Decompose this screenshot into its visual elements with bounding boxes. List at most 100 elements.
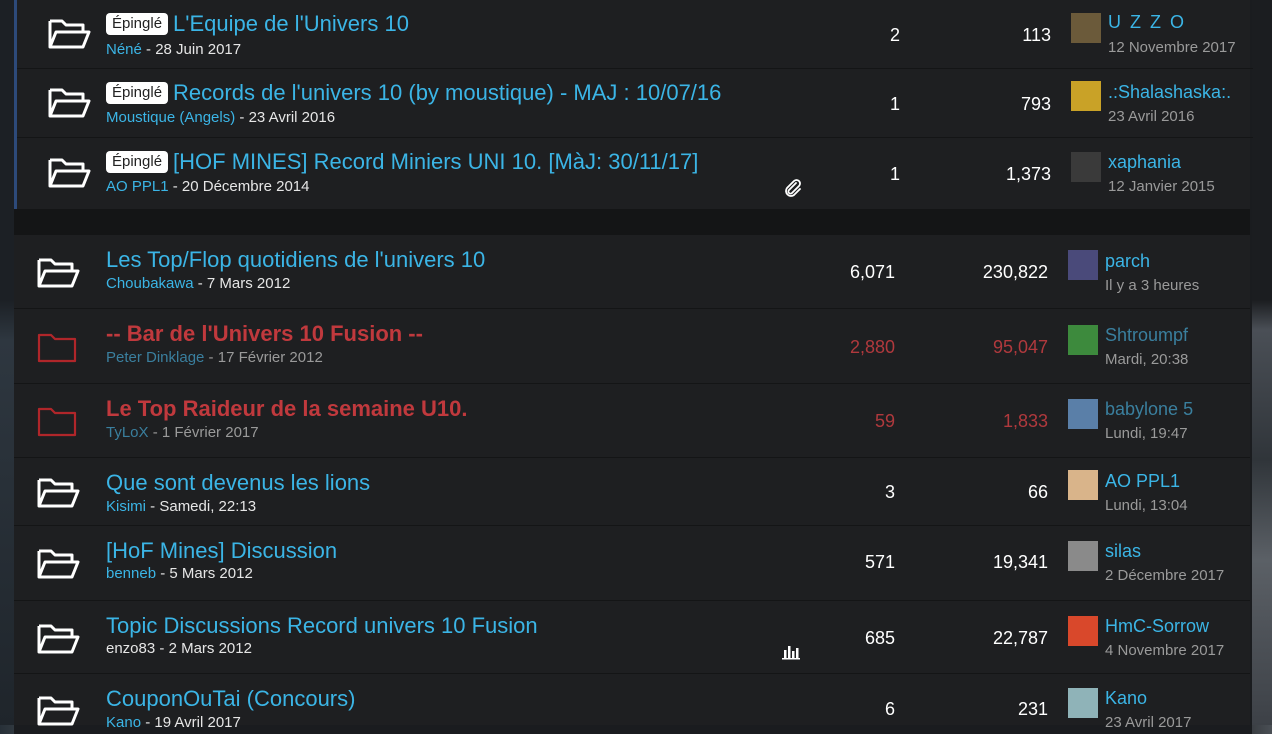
pinned-badge: Épinglé (106, 13, 169, 35)
last-poster-link[interactable]: .:Shalashaska:. (1108, 82, 1231, 103)
pinned-badge: Épinglé (106, 151, 169, 173)
open-folder-icon (48, 19, 91, 49)
topic-author-link[interactable]: benneb (106, 565, 156, 582)
views-count: 66 (1027, 482, 1048, 502)
topic-title-link[interactable]: [HoF Mines] Discussion (106, 538, 337, 564)
views-count: 113 (1022, 25, 1051, 45)
last-post-date: Mardi, 20:38 (1105, 351, 1189, 368)
last-post-date: 12 Novembre 2017 (1108, 39, 1236, 56)
avatar[interactable] (1068, 325, 1098, 355)
topic-title-link[interactable]: L'Equipe de l'Univers 10 (173, 11, 409, 37)
topic-start-date: 5 Mars 2012 (169, 565, 253, 582)
replies-count: 59 (874, 411, 895, 431)
section-separator (14, 209, 1250, 235)
replies-count: 6,071 (849, 262, 895, 282)
open-folder-icon (37, 478, 80, 508)
topic-author-link[interactable]: Moustique (Angels) (106, 109, 235, 126)
open-folder-icon (48, 88, 91, 118)
page-background-left (0, 0, 14, 725)
open-folder-icon (37, 624, 80, 654)
last-poster-link[interactable]: Kano (1105, 688, 1147, 709)
avatar[interactable] (1071, 81, 1101, 111)
topic-author-link[interactable]: Kano (106, 714, 141, 731)
last-post-date: 2 Décembre 2017 (1105, 567, 1225, 584)
topic-start-date: 1 Février 2017 (161, 424, 259, 441)
last-post-date: 23 Avril 2016 (1108, 108, 1195, 125)
open-folder-icon (37, 258, 80, 288)
replies-count: 6 (884, 699, 895, 719)
replies-count: 571 (864, 552, 895, 572)
pinned-topics-panel: Épinglé L'Equipe de l'Univers 10 Néné - … (14, 0, 1253, 209)
topic-title-link[interactable]: CouponOuTai (Concours) (106, 686, 355, 712)
avatar[interactable] (1068, 250, 1098, 280)
pinned-topic-row: Épinglé [HOF MINES] Record Miniers UNI 1… (17, 138, 1253, 209)
topic-title-link[interactable]: -- Bar de l'Univers 10 Fusion -- (106, 321, 423, 347)
avatar[interactable] (1068, 399, 1098, 429)
last-post-date: 12 Janvier 2015 (1108, 178, 1215, 195)
last-poster-link[interactable]: AO PPL1 (1105, 471, 1180, 492)
replies-count: 3 (884, 482, 895, 502)
avatar[interactable] (1068, 541, 1098, 571)
replies-count: 685 (864, 628, 895, 648)
topic-row: [HoF Mines] Discussion benneb - 5 Mars 2… (14, 526, 1250, 601)
pinned-topic-row: Épinglé Records de l'univers 10 (by mous… (17, 69, 1253, 138)
last-poster-link[interactable]: parch (1105, 251, 1150, 272)
views-count: 95,047 (992, 337, 1048, 357)
topic-start-date: 7 Mars 2012 (206, 275, 291, 292)
topic-row: Que sont devenus les lions Kisimi - Same… (14, 458, 1250, 526)
topic-title-link[interactable]: Le Top Raideur de la semaine U10. (106, 396, 468, 422)
page-background-right (1252, 0, 1272, 725)
last-poster-link[interactable]: U Z Z O (1108, 12, 1186, 33)
topic-start-date: 20 Décembre 2014 (181, 178, 310, 195)
topic-start-date: 28 Juin 2017 (155, 41, 242, 58)
topic-row: Topic Discussions Record univers 10 Fusi… (14, 601, 1250, 674)
topic-start-date: Samedi, 22:13 (159, 498, 257, 515)
last-poster-link[interactable]: xaphania (1108, 152, 1181, 173)
views-count: 19,341 (992, 552, 1048, 572)
replies-count: 1 (889, 164, 900, 184)
last-poster-link[interactable]: Shtroumpf (1105, 325, 1188, 346)
avatar[interactable] (1068, 616, 1098, 646)
views-count: 231 (1017, 699, 1048, 719)
avatar[interactable] (1068, 470, 1098, 500)
topic-author-link[interactable]: Peter Dinklage (106, 349, 204, 366)
topic-author-link[interactable]: Néné (106, 41, 142, 58)
replies-count: 2 (889, 25, 900, 45)
last-poster-link[interactable]: babylone 5 (1105, 399, 1193, 420)
last-post-date: Il y a 3 heures (1105, 277, 1200, 294)
topic-row: Le Top Raideur de la semaine U10. TyLoX … (14, 384, 1250, 458)
topic-start-date: 17 Février 2012 (217, 349, 323, 366)
open-folder-icon (37, 549, 80, 579)
last-post-date: 23 Avril 2017 (1105, 714, 1192, 731)
topics-panel: Les Top/Flop quotidiens de l'univers 10 … (14, 235, 1250, 731)
topic-title-link[interactable]: [HOF MINES] Record Miniers UNI 10. [MàJ:… (173, 149, 698, 175)
topic-author-link[interactable]: Kisimi (106, 498, 146, 515)
last-poster-link[interactable]: HmC-Sorrow (1105, 616, 1209, 637)
topic-author-link[interactable]: Choubakawa (106, 275, 194, 292)
topic-title-link[interactable]: Topic Discussions Record univers 10 Fusi… (106, 613, 538, 639)
views-count: 1,833 (1002, 411, 1048, 431)
replies-count: 1 (889, 94, 900, 114)
replies-count: 2,880 (849, 337, 895, 357)
topic-start-date: 19 Avril 2017 (154, 714, 241, 731)
topic-author-link[interactable]: enzo83 (106, 640, 155, 657)
pinned-topic-row: Épinglé L'Equipe de l'Univers 10 Néné - … (17, 0, 1253, 69)
topic-row: Les Top/Flop quotidiens de l'univers 10 … (14, 235, 1250, 309)
views-count: 793 (1020, 94, 1051, 114)
last-poster-link[interactable]: silas (1105, 541, 1141, 562)
topic-author-link[interactable]: AO PPL1 (106, 178, 169, 195)
topic-row: -- Bar de l'Univers 10 Fusion -- Peter D… (14, 309, 1250, 384)
views-count: 1,373 (1005, 164, 1051, 184)
pinned-badge: Épinglé (106, 82, 169, 104)
avatar[interactable] (1071, 13, 1101, 43)
topic-start-date: 23 Avril 2016 (248, 109, 336, 126)
avatar[interactable] (1071, 152, 1101, 182)
open-folder-icon (37, 696, 80, 726)
topic-title-link[interactable]: Que sont devenus les lions (106, 470, 370, 496)
views-count: 230,822 (982, 262, 1048, 282)
topic-author-link[interactable]: TyLoX (106, 424, 149, 441)
views-count: 22,787 (992, 628, 1048, 648)
topic-title-link[interactable]: Records de l'univers 10 (by moustique) -… (173, 80, 721, 106)
avatar[interactable] (1068, 688, 1098, 718)
topic-title-link[interactable]: Les Top/Flop quotidiens de l'univers 10 (106, 247, 485, 273)
